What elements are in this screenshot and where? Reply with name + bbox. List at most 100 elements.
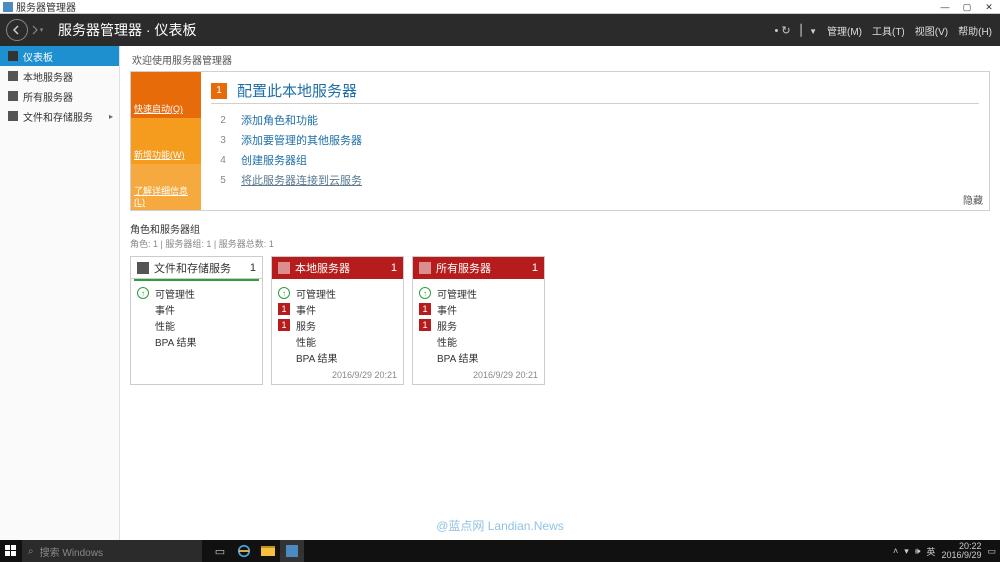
whatsnew-tab[interactable]: 新增功能(W) xyxy=(131,118,201,164)
tile-timestamp: 2016/9/29 20:21 xyxy=(272,368,403,384)
status-error-icon: 1 xyxy=(419,303,431,315)
tray-up-icon[interactable]: ˄ xyxy=(893,546,898,556)
add-servers-link[interactable]: 3 添加要管理的其他服务器 xyxy=(211,130,979,150)
start-button[interactable] xyxy=(0,540,22,562)
explorer-button[interactable] xyxy=(256,540,280,562)
row-performance[interactable]: 性能 xyxy=(419,333,538,349)
sidebar-item-local[interactable]: 本地服务器 xyxy=(0,66,119,86)
sidebar-item-label: 仪表板 xyxy=(23,49,53,64)
tile-body: 可管理性 事件 性能 BPA 结果 xyxy=(131,279,262,352)
tray-sound-icon[interactable]: 🕪 xyxy=(915,546,921,557)
sidebar-item-storage[interactable]: 文件和存储服务 ▸ xyxy=(0,106,119,126)
welcome-heading: 欢迎使用服务器管理器 xyxy=(132,52,990,67)
row-manageability[interactable]: 可管理性 xyxy=(137,285,256,301)
notifications-flag-icon[interactable]: ▏▼ xyxy=(801,24,817,37)
taskbar-pinned: ▭ xyxy=(208,540,304,562)
content: 仪表板 本地服务器 所有服务器 文件和存储服务 ▸ 欢迎使用服务器管理器 快速启… xyxy=(0,46,1000,540)
watermark: @蓝点网 Landian.News xyxy=(436,517,564,534)
configure-title: 配置此本地服务器 xyxy=(237,80,357,101)
tile-body: 可管理性 1事件 1服务 性能 BPA 结果 xyxy=(272,279,403,368)
tray-date: 2016/9/29 xyxy=(941,551,981,560)
storage-icon xyxy=(137,262,149,274)
server-icon xyxy=(8,71,18,81)
menu-help[interactable]: 帮助(H) xyxy=(958,23,992,38)
menu-view[interactable]: 视图(V) xyxy=(915,23,948,38)
sidebar-item-label: 本地服务器 xyxy=(23,69,73,84)
welcome-panel: 快速启动(Q) 新增功能(W) 了解详细信息(L) 1 配置此本地服务器 2 添… xyxy=(130,71,990,211)
row-bpa[interactable]: BPA 结果 xyxy=(419,349,538,365)
window-title: 服务器管理器 xyxy=(16,0,76,14)
configure-server-link[interactable]: 1 配置此本地服务器 xyxy=(211,78,979,104)
storage-icon xyxy=(8,111,18,121)
row-bpa[interactable]: BPA 结果 xyxy=(278,349,397,365)
tray-network-icon[interactable]: ▾ xyxy=(904,546,909,557)
servers-icon xyxy=(419,262,431,274)
sidebar-item-label: 所有服务器 xyxy=(23,89,73,104)
learnmore-tab[interactable]: 了解详细信息(L) xyxy=(131,164,201,210)
row-bpa[interactable]: BPA 结果 xyxy=(137,333,256,349)
quickstart-tab[interactable]: 快速启动(Q) xyxy=(131,72,201,118)
refresh-button[interactable]: • ↻ xyxy=(774,24,790,37)
sidebar-item-all[interactable]: 所有服务器 xyxy=(0,86,119,106)
tray-ime[interactable]: 英 xyxy=(926,545,935,558)
menu-tools[interactable]: 工具(T) xyxy=(872,23,905,38)
folder-icon xyxy=(261,546,275,556)
tile-count: 1 xyxy=(250,262,256,274)
tile-title: 本地服务器 xyxy=(295,260,350,276)
step-number: 1 xyxy=(211,83,227,99)
add-roles-link[interactable]: 2 添加角色和功能 xyxy=(211,110,979,130)
step-text: 创建服务器组 xyxy=(241,152,307,168)
menu-manage[interactable]: 管理(M) xyxy=(827,23,862,38)
row-services[interactable]: 1服务 xyxy=(419,317,538,333)
roles-subtitle: 角色: 1 | 服务器组: 1 | 服务器总数: 1 xyxy=(130,237,990,250)
tray-clock[interactable]: 20:22 2016/9/29 xyxy=(941,542,981,560)
status-ok-icon xyxy=(278,287,290,299)
nav-back-button[interactable] xyxy=(6,19,28,41)
tray-notification-icon[interactable]: ▭ xyxy=(987,546,996,557)
header-bar: ▾ 服务器管理器 · 仪表板 • ↻ ▏▼ 管理(M) 工具(T) 视图(V) … xyxy=(0,14,1000,46)
tile-title: 所有服务器 xyxy=(436,260,491,276)
tile-local-server[interactable]: 本地服务器 1 可管理性 1事件 1服务 性能 BPA 结果 2016/9/29… xyxy=(271,256,404,385)
ie-button[interactable] xyxy=(232,540,256,562)
sidebar-item-label: 文件和存储服务 xyxy=(23,109,93,124)
row-performance[interactable]: 性能 xyxy=(137,317,256,333)
step-text: 添加角色和功能 xyxy=(241,112,318,128)
step-text: 将此服务器连接到云服务 xyxy=(241,172,362,188)
server-manager-button[interactable] xyxy=(280,540,304,562)
tile-count: 1 xyxy=(532,262,538,274)
window-titlebar: 服务器管理器 — ▢ ✕ xyxy=(0,0,1000,14)
tile-storage[interactable]: 文件和存储服务 1 可管理性 事件 性能 BPA 结果 xyxy=(130,256,263,385)
server-manager-icon xyxy=(286,545,298,557)
create-group-link[interactable]: 4 创建服务器组 xyxy=(211,150,979,170)
arrow-right-icon xyxy=(31,25,39,35)
roles-header: 角色和服务器组 xyxy=(130,221,990,236)
row-events[interactable]: 事件 xyxy=(137,301,256,317)
tile-timestamp: 2016/9/29 20:21 xyxy=(413,368,544,384)
row-manageability[interactable]: 可管理性 xyxy=(278,285,397,301)
hide-link[interactable]: 隐藏 xyxy=(963,192,983,207)
status-error-icon: 1 xyxy=(278,319,290,331)
taskview-button[interactable]: ▭ xyxy=(208,540,232,562)
tile-head: 所有服务器 1 xyxy=(413,257,544,279)
step-text: 添加要管理的其他服务器 xyxy=(241,132,362,148)
chevron-right-icon: ▸ xyxy=(109,112,113,121)
minimize-button[interactable]: — xyxy=(934,0,956,14)
sidebar-item-dashboard[interactable]: 仪表板 xyxy=(0,46,119,66)
step-number: 5 xyxy=(215,172,231,188)
row-performance[interactable]: 性能 xyxy=(278,333,397,349)
row-manageability[interactable]: 可管理性 xyxy=(419,285,538,301)
row-events[interactable]: 1事件 xyxy=(278,301,397,317)
status-error-icon: 1 xyxy=(419,319,431,331)
taskbar: ⌕ 搜索 Windows ▭ ˄ ▾ 🕪 英 20:22 2016/9/29 ▭ xyxy=(0,540,1000,562)
tile-all-servers[interactable]: 所有服务器 1 可管理性 1事件 1服务 性能 BPA 结果 2016/9/29… xyxy=(412,256,545,385)
row-events[interactable]: 1事件 xyxy=(419,301,538,317)
status-ok-icon xyxy=(137,287,149,299)
close-button[interactable]: ✕ xyxy=(978,0,1000,14)
maximize-button[interactable]: ▢ xyxy=(956,0,978,14)
connect-cloud-link[interactable]: 5 将此服务器连接到云服务 xyxy=(211,170,979,190)
taskbar-search[interactable]: ⌕ 搜索 Windows xyxy=(22,540,202,562)
main-area: 欢迎使用服务器管理器 快速启动(Q) 新增功能(W) 了解详细信息(L) 1 配… xyxy=(120,46,1000,540)
nav-forward-button[interactable]: ▾ xyxy=(30,19,44,41)
row-services[interactable]: 1服务 xyxy=(278,317,397,333)
system-tray: ˄ ▾ 🕪 英 20:22 2016/9/29 ▭ xyxy=(893,542,1000,560)
